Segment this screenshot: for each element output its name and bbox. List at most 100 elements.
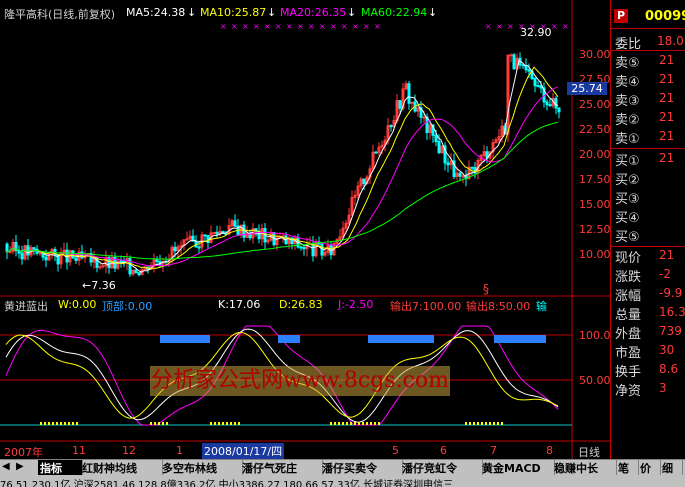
price-tick: 30.00 [579,48,611,61]
price-tick: 10.00 [579,248,611,261]
quote-label: 市盈 [615,346,642,361]
indicator-tab[interactable]: 红财神均线 [80,460,163,475]
quote-value: -9.9 [659,286,683,300]
quote-value: 16.3 [659,305,685,319]
svg-text:×: × [485,22,492,31]
ma5-label: MA5:24.38 [126,6,186,19]
indicator-tab[interactable]: 稳赚中长 [552,460,617,475]
quote-label: 卖③ [615,94,640,109]
price-tick: 17.50 [579,173,611,186]
quote-label: 卖④ [615,75,640,90]
indicator-tab[interactable]: 黄金MACD [480,460,555,475]
high-price-label: 32.90 [520,26,552,39]
x-label: 6 [440,444,447,457]
quote-label: 卖① [615,132,640,147]
indicator-tab[interactable]: 多空布林线 [160,460,243,475]
period-label[interactable]: 日线 [578,444,600,460]
x-label: 7 [490,444,497,457]
output7-label: 输出7:100.00 [390,300,462,313]
price-tick: 20.00 [579,148,611,161]
svg-text:×: × [319,22,326,31]
svg-text:×: × [264,22,271,31]
status-bar: 76.51 230.1亿 沪深2581.46 128.8億336.2亿 中小33… [0,476,685,487]
output8-label: 输出8:50.00 [466,300,531,313]
watermark: 分析家公式网www.8cgs.com [150,366,450,396]
svg-text:×: × [220,22,227,31]
x-label: 12 [122,444,136,457]
indicator-tab[interactable]: 潘仔买卖令 [320,460,403,475]
quote-value: 30 [659,343,675,357]
price-tick: 15.00 [579,198,611,211]
svg-text:×: × [507,22,514,31]
w-label: W:0.00 [58,298,97,311]
indicator-tab-bar: ◀ ▶ 指标 红财神均线 多空布林线 潘仔气死庄 潘仔买卖令 潘仔竞虹令 黄金MACD 稳赚中… [0,459,685,476]
output-more-label: 输 [536,300,547,313]
price-candles [5,52,561,277]
x-label: 8 [546,444,553,457]
quote-value: 21 [659,248,675,262]
quote-value: 21 [659,151,675,165]
down-arrow-icon: ↓ [187,6,197,19]
quote-label: 买② [615,173,640,188]
svg-text:×: × [253,22,260,31]
quote-value: 21 [659,129,675,143]
quote-label: 买③ [615,192,640,207]
quote-label: 净资 [615,384,642,399]
quote-panel: P 00099 委比 18.0 卖⑤21卖④21卖③21卖②21卖①21 买①2… [610,0,685,460]
svg-text:×: × [496,22,503,31]
top-label: 顶部:0.00 [102,300,153,313]
svg-text:×: × [286,22,293,31]
x-label: 2007年 [4,446,43,459]
ma20-label: MA20:26.35 [280,6,347,19]
side-tab[interactable]: 价 [638,460,661,475]
down-arrow-icon: ↓ [428,6,438,19]
quote-label: 买⑤ [615,230,640,245]
svg-text:×: × [551,22,558,31]
k-label: K:17.06 [218,298,261,311]
x-label: 1 [176,444,183,457]
svg-text:×: × [330,22,337,31]
quote-value: 21 [659,110,675,124]
quote-label: 买④ [615,211,640,226]
svg-text:×: × [242,22,249,31]
svg-text:×: × [352,22,359,31]
svg-text:×: × [231,22,238,31]
side-tab[interactable]: 细 [660,460,683,475]
x-label: 5 [392,444,399,457]
indicator-tab[interactable]: 指标 [38,460,83,475]
weibi-value: 18.0 [657,34,684,48]
quote-label: 卖② [615,113,640,128]
quote-value: -2 [659,267,671,281]
quote-value: 21 [659,91,675,105]
quote-label: 换手 [615,365,642,380]
stock-title: 隆平高科(日线,前复权) [4,8,116,21]
indicator-tick: 50.00 [579,374,611,387]
tab-scroll-right-icon[interactable]: ▶ [16,461,24,472]
ma10-label: MA10:25.87 [200,6,267,19]
quote-value: 21 [659,72,675,86]
quote-value: 739 [659,324,682,338]
d-label: D:26.83 [279,298,323,311]
quote-label: 买① [615,154,640,169]
price-tick: 25.00 [579,98,611,111]
price-tick: 22.50 [579,123,611,136]
svg-text:×: × [363,22,370,31]
indicator-tab[interactable]: 潘仔气死庄 [240,460,323,475]
x-label: 11 [72,444,86,457]
ma60-label: MA60:22.94 [361,6,428,19]
current-price-marker: 25.74 [567,82,607,95]
tab-scroll-left-icon[interactable]: ◀ [2,461,10,472]
svg-text:×: × [297,22,304,31]
event-mark-icon: § [483,282,489,296]
indicator-tab[interactable]: 潘仔竞虹令 [400,460,483,475]
low-price-label: ←7.36 [82,279,116,292]
side-tab[interactable]: 笔 [616,460,639,475]
quote-value: 3 [659,381,667,395]
cursor-date-label: 2008/01/17/四 [202,443,285,459]
quote-value: 8.6 [659,362,679,376]
svg-text:×: × [374,22,381,31]
badge-icon[interactable]: P [614,9,628,23]
price-tick: 12.50 [579,223,611,236]
down-arrow-icon: ↓ [267,6,277,19]
quote-value: 21 [659,53,675,67]
